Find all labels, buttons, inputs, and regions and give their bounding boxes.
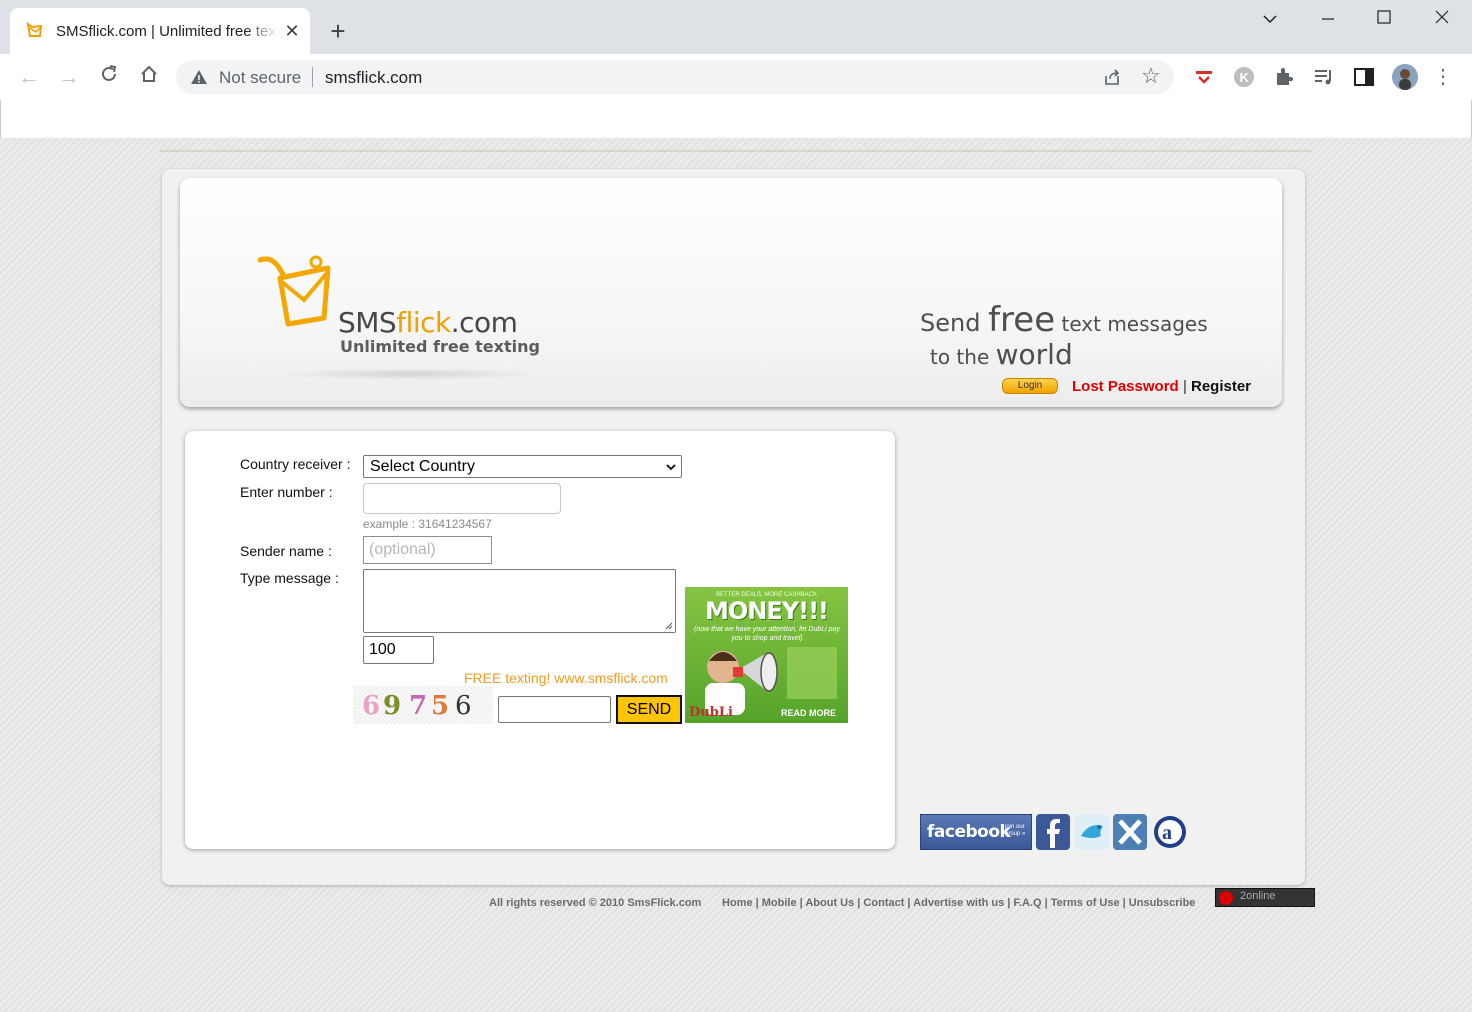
logo-wordmark[interactable]: SMSflick.com <box>338 306 518 339</box>
number-label: Enter number : <box>240 484 333 500</box>
free-texting-note: FREE texting! www.smsflick.com <box>464 670 668 686</box>
url-text[interactable]: smsflick.com <box>325 68 422 88</box>
tab-close-icon[interactable]: ✕ <box>282 21 302 41</box>
chevron-down-icon <box>666 464 676 471</box>
profile-avatar[interactable] <box>1392 64 1418 90</box>
logo-com: .com <box>450 306 518 339</box>
captcha-digit: 6 <box>455 691 472 721</box>
smsflick-favicon-icon <box>26 22 43 37</box>
logo-flick: flick <box>396 306 451 339</box>
dubli-advertisement[interactable]: BETTER DEALS, MORE CASHBACK MONEY!!! (no… <box>685 587 848 723</box>
captcha-digit: 6 <box>362 691 381 721</box>
character-counter[interactable]: 100 <box>363 636 434 664</box>
ad-brand: DubLi <box>689 705 733 720</box>
number-example-hint: example : 31641234567 <box>363 517 492 531</box>
extensions-puzzle-icon[interactable] <box>1272 65 1296 89</box>
maximize-icon[interactable] <box>1364 8 1404 32</box>
browser-tab[interactable]: SMSflick.com | Unlimited free texting ✕ <box>10 8 310 54</box>
reload-icon[interactable] <box>96 64 122 90</box>
country-select[interactable]: Select Country <box>363 455 682 478</box>
slogan-line-1: Send free text messages <box>920 300 1208 340</box>
send-button[interactable]: SEND <box>616 695 682 724</box>
captcha-input[interactable] <box>498 696 611 723</box>
facebook-badge-text: facebook <box>927 822 1011 842</box>
xing-icon[interactable] <box>1113 814 1147 850</box>
new-tab-button[interactable]: + <box>326 18 350 44</box>
window-close-icon[interactable] <box>1422 8 1462 32</box>
footer-copyright: All rights reserved © 2010 SmsFlick.com <box>489 897 702 909</box>
login-button[interactable]: Login <box>1002 378 1058 394</box>
back-arrow-icon[interactable]: ← <box>16 64 42 90</box>
logo-tagline: Unlimited free texting <box>340 337 540 356</box>
resize-grip-icon[interactable] <box>664 621 673 630</box>
slogan-send: Send <box>920 309 989 337</box>
twitter-icon[interactable] <box>1075 814 1109 850</box>
media-control-icon[interactable] <box>1312 65 1336 89</box>
cashback-extension-icon[interactable] <box>1192 65 1216 89</box>
facebook-join-text: join our group » <box>1005 824 1026 837</box>
ad-subline: (now that we have your attention, let Du… <box>694 626 840 642</box>
sender-label: Sender name : <box>240 543 332 559</box>
logo-sms: SMS <box>338 306 397 339</box>
message-label: Type message : <box>240 570 339 586</box>
sender-name-input[interactable]: (optional) <box>363 536 492 564</box>
warning-icon <box>191 70 207 84</box>
online-counter-icon <box>1219 891 1233 905</box>
security-label[interactable]: Not secure <box>219 68 301 88</box>
captcha-digit: 5 <box>431 691 450 721</box>
address-bar[interactable]: Not secure smsflick.com ☆ <box>176 60 1174 94</box>
k-extension-icon[interactable]: K <box>1232 65 1256 89</box>
top-divider-line <box>160 150 1312 152</box>
tab-title: SMSflick.com | Unlimited free texting <box>56 23 278 40</box>
online-counter-text: 2online <box>1240 890 1276 902</box>
browser-toolbar: ← → Not secure smsflick.com ☆ K ⋮ <box>0 54 1472 100</box>
slogan-free: free <box>988 300 1056 340</box>
svg-text:K: K <box>1240 70 1250 85</box>
register-link[interactable]: Register <box>1191 378 1251 395</box>
omnibox-divider <box>312 67 313 87</box>
captcha-digit: 9 <box>383 691 402 721</box>
aim-icon[interactable]: a <box>1153 814 1187 850</box>
home-icon[interactable] <box>136 64 162 90</box>
side-panel-icon[interactable] <box>1352 65 1376 89</box>
forward-arrow-icon[interactable]: → <box>56 64 82 90</box>
page-background: SMSflick.com Unlimited free texting Send… <box>0 138 1472 1012</box>
slogan-to-the: to the <box>930 345 996 369</box>
star-icon[interactable]: ☆ <box>1141 63 1161 89</box>
smsflick-logo-icon[interactable] <box>258 254 348 344</box>
country-select-value: Select Country <box>370 458 475 475</box>
header-link-separator: | <box>1183 378 1187 395</box>
facebook-group-badge[interactable]: facebook join our group » <box>920 814 1032 850</box>
logo-shadow <box>280 368 540 380</box>
browser-menu-icon[interactable]: ⋮ <box>1430 64 1456 90</box>
tab-search-icon[interactable] <box>1250 8 1290 32</box>
phone-number-input[interactable] <box>363 483 561 514</box>
page-top-strip <box>0 100 1472 138</box>
captcha-digit: 7 <box>409 691 428 721</box>
online-counter-badge[interactable]: 2online <box>1215 888 1315 907</box>
minimize-icon[interactable] <box>1308 8 1348 32</box>
share-icon[interactable] <box>1102 67 1122 87</box>
country-label: Country receiver : <box>240 456 351 472</box>
browser-tab-bar: SMSflick.com | Unlimited free texting ✕ … <box>0 0 1472 54</box>
captcha-image: 6 9 7 5 6 <box>353 686 493 724</box>
footer-links[interactable]: Home | Mobile | About Us | Contact | Adv… <box>722 897 1195 909</box>
slogan-text-messages: text messages <box>1055 312 1208 336</box>
slogan-line-2: to the world <box>930 338 1073 371</box>
facebook-icon[interactable] <box>1036 814 1070 850</box>
message-textarea[interactable] <box>363 569 676 633</box>
site-header: SMSflick.com Unlimited free texting Send… <box>180 178 1282 407</box>
ad-read-more[interactable]: READ MORE <box>781 708 836 718</box>
svg-text:a: a <box>1162 822 1172 844</box>
lost-password-link[interactable]: Lost Password <box>1072 378 1179 395</box>
slogan-world: world <box>995 338 1073 371</box>
ad-headline: MONEY!!! <box>705 597 829 625</box>
